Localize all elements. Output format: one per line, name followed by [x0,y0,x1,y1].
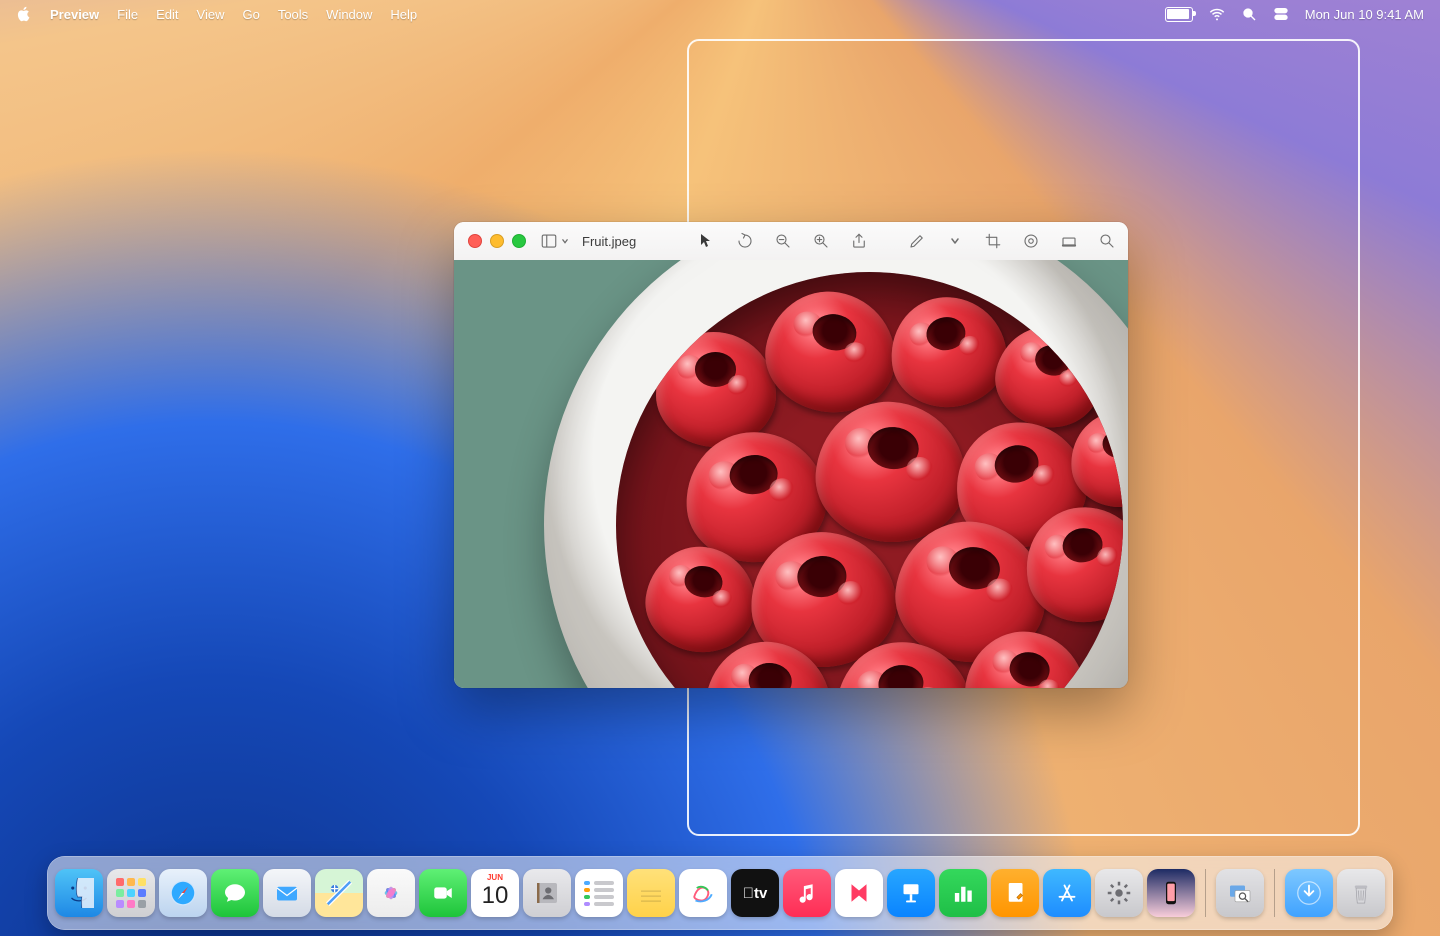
window-close-button[interactable] [468,234,482,248]
wifi-icon[interactable] [1209,6,1225,22]
crop-icon[interactable] [984,232,1002,250]
dock-reminders[interactable] [575,869,623,917]
image-content [454,260,1128,688]
dock-photos[interactable] [367,869,415,917]
adjust-color-icon[interactable] [1022,232,1040,250]
dock-news[interactable] [835,869,883,917]
dock-separator [1205,869,1206,917]
dock-calendar[interactable]: JUN10 [471,869,519,917]
menu-view[interactable]: View [197,7,225,22]
highlight-icon[interactable] [1060,232,1078,250]
dock-finder[interactable] [55,869,103,917]
share-icon[interactable] [850,232,868,250]
dock-tv[interactable]: tv [731,869,779,917]
window-traffic-lights [468,234,526,248]
more-icon[interactable] [946,232,964,250]
zoom-out-icon[interactable] [774,232,792,250]
rotate-icon[interactable] [736,232,754,250]
dock-iphone-mirroring[interactable] [1147,869,1195,917]
dock-messages[interactable] [211,869,259,917]
control-center-icon[interactable] [1273,6,1289,22]
dock-downloads[interactable] [1285,869,1333,917]
menubar-app-name[interactable]: Preview [50,7,99,22]
preview-window[interactable]: Fruit.jpeg [454,222,1128,688]
search-icon[interactable] [1098,232,1116,250]
apple-menu[interactable] [16,6,32,22]
window-toolbar [698,232,1116,250]
menu-tools[interactable]: Tools [278,7,308,22]
dock-mail[interactable] [263,869,311,917]
dock-separator [1274,869,1275,917]
menu-edit[interactable]: Edit [156,7,178,22]
menu-window[interactable]: Window [326,7,372,22]
window-zoom-button[interactable] [512,234,526,248]
zoom-in-icon[interactable] [812,232,830,250]
dock-pages[interactable] [991,869,1039,917]
menu-file[interactable]: File [117,7,138,22]
dock-appstore[interactable] [1043,869,1091,917]
dock-trash[interactable] [1337,869,1385,917]
menu-help[interactable]: Help [390,7,417,22]
dock-notes[interactable] [627,869,675,917]
window-titlebar[interactable]: Fruit.jpeg [454,222,1128,261]
battery-icon[interactable] [1165,7,1193,22]
markup-icon[interactable] [908,232,926,250]
dock-safari[interactable] [159,869,207,917]
dock-settings[interactable] [1095,869,1143,917]
bowl-illustration [544,260,1128,688]
dock-numbers[interactable] [939,869,987,917]
dock-contacts[interactable] [523,869,571,917]
dock-freeform[interactable] [679,869,727,917]
menubar-clock[interactable]: Mon Jun 10 9:41 AM [1305,7,1424,22]
menubar: Preview File Edit View Go Tools Window H… [0,0,1440,28]
selection-tool-icon[interactable] [698,232,716,250]
dock-facetime[interactable] [419,869,467,917]
window-title: Fruit.jpeg [582,234,636,249]
dock-launchpad[interactable] [107,869,155,917]
menu-go[interactable]: Go [242,7,259,22]
dock: JUN10 tv [47,856,1393,930]
spotlight-icon[interactable] [1241,6,1257,22]
dock-maps[interactable] [315,869,363,917]
dock-music[interactable] [783,869,831,917]
window-minimize-button[interactable] [490,234,504,248]
sidebar-toggle-button[interactable] [540,232,570,250]
dock-keynote[interactable] [887,869,935,917]
dock-recent-preview[interactable] [1216,869,1264,917]
